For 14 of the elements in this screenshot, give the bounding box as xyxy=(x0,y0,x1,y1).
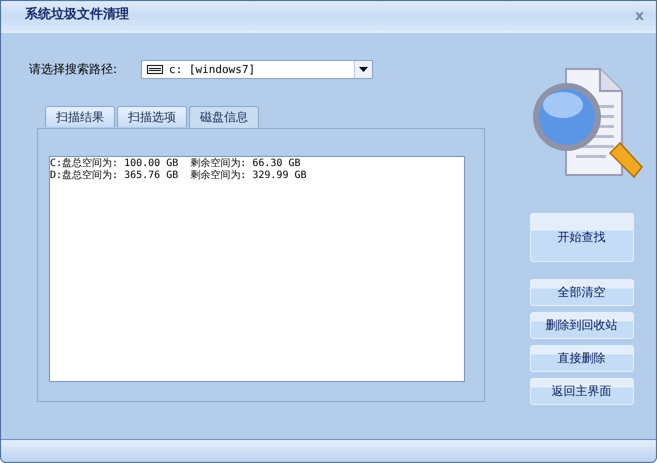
drive-icon xyxy=(147,64,163,74)
tab[interactable]: 磁盘信息 xyxy=(189,106,259,128)
action-button[interactable]: 返回主界面 xyxy=(530,378,634,405)
action-button[interactable]: 全部清空 xyxy=(530,279,634,306)
path-dropdown[interactable]: c: [windows7] xyxy=(141,60,373,78)
action-button[interactable]: 开始查找 xyxy=(530,213,634,262)
path-label: 请选择搜索路径: xyxy=(29,60,118,78)
tab[interactable]: 扫描选项 xyxy=(117,106,187,127)
window-title: 系统垃圾文件清理 xyxy=(25,6,129,23)
disk-info-line: C:盘总空间为: 100.00 GB 剩余空间为: 66.30 GB xyxy=(50,158,302,170)
disk-info-line: D:盘总空间为: 365.76 GB 剩余空间为: 329.99 GB xyxy=(50,170,308,182)
action-button[interactable]: 直接删除 xyxy=(530,345,634,372)
action-button[interactable]: 删除到回收站 xyxy=(530,312,634,339)
tab[interactable]: 扫描结果 xyxy=(45,106,115,127)
